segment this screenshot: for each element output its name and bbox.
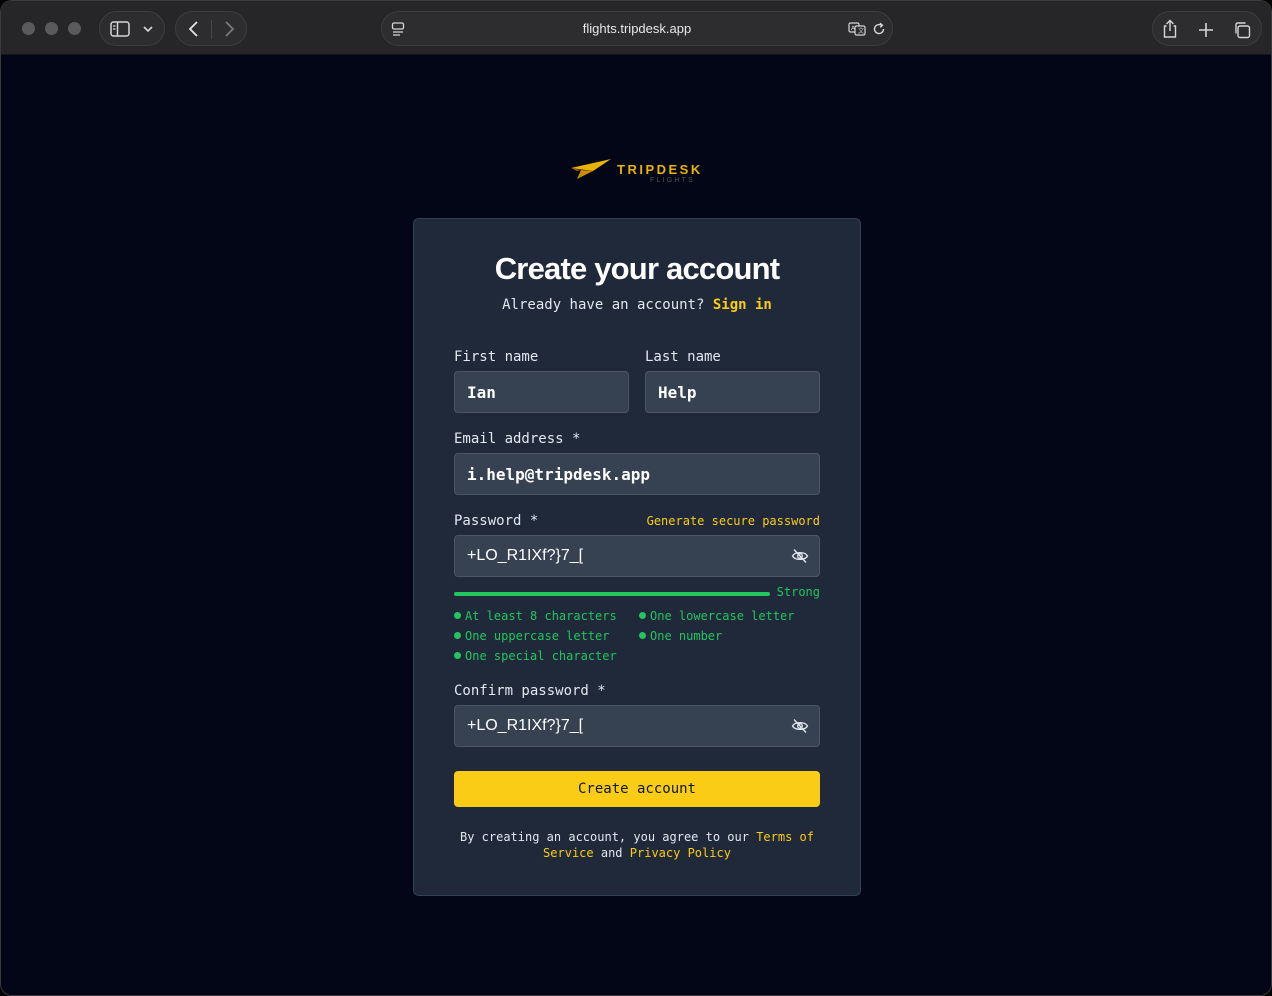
last-name-label: Last name [645,349,721,365]
nav-group [175,11,247,46]
plane-logo-icon [571,159,611,179]
signup-card: Create your account Already have an acco… [413,218,861,896]
create-account-button[interactable]: Create account [454,771,820,807]
password-strength-bar [454,592,770,596]
password-label: Password * [454,513,539,529]
check-dot-icon [454,652,461,659]
sign-in-link[interactable]: Sign in [713,297,772,313]
confirm-password-label: Confirm password * [454,683,606,699]
legal-prefix: By creating an account, you agree to our [459,830,749,844]
chevron-down-icon[interactable] [142,25,154,34]
first-name-label: First name [454,349,539,365]
sidebar-icon[interactable] [110,21,130,37]
browser-toolbar: flights.tripdesk.app A 文 [1,1,1271,55]
check-dot-icon [639,612,646,619]
last-name-input[interactable] [645,371,820,413]
translate-icon[interactable]: A 文 [848,22,866,36]
logo-wordmark: TRIPDESK [617,162,703,177]
share-icon[interactable] [1161,19,1179,39]
requirement-min-length: At least 8 characters [454,609,617,623]
new-tab-icon[interactable] [1198,22,1214,38]
reload-icon[interactable] [872,22,886,36]
email-label: Email address * [454,431,581,447]
check-dot-icon [454,612,461,619]
sidebar-toggle-group [99,11,165,46]
email-input[interactable] [454,453,820,495]
requirement-uppercase: One uppercase letter [454,629,610,643]
generate-password-link[interactable]: Generate secure password [647,514,820,528]
actions-group [1152,11,1262,46]
hide-password-icon[interactable] [791,547,809,565]
requirement-number: One number [639,629,722,643]
legal-notice: By creating an account, you agree to our… [454,829,820,861]
hide-confirm-password-icon[interactable] [791,717,809,735]
tripdesk-logo[interactable]: TRIPDESK FLIGHTS [569,158,709,188]
password-input[interactable] [454,535,820,577]
back-arrow-icon[interactable] [186,20,202,38]
page-title: Create your account [494,251,780,286]
confirm-password-input[interactable] [454,705,820,747]
requirement-lowercase: One lowercase letter [639,609,795,623]
svg-text:文: 文 [858,27,864,35]
first-name-input[interactable] [454,371,629,413]
legal-and: and [600,846,623,860]
browser-window: flights.tripdesk.app A 文 TRIPDESK FLIGHT… [0,0,1272,996]
page-content: TRIPDESK FLIGHTS Create your account Alr… [1,55,1271,995]
check-dot-icon [454,632,461,639]
sign-in-prompt: Already have an account? Sign in [414,297,860,313]
password-strength-label: Strong [776,585,820,599]
privacy-link[interactable]: Privacy Policy [630,846,731,860]
forward-arrow-icon[interactable] [221,20,237,38]
url-text[interactable]: flights.tripdesk.app [382,21,892,36]
have-account-text: Already have an account? [502,297,705,313]
zoom-window-button[interactable] [68,22,81,35]
address-bar[interactable]: flights.tripdesk.app A 文 [381,11,893,46]
requirement-special-char: One special character [454,649,617,663]
check-dot-icon [639,632,646,639]
minimize-window-button[interactable] [45,22,58,35]
tab-overview-icon[interactable] [1233,21,1251,39]
logo-subtitle: FLIGHTS [650,177,695,184]
close-window-button[interactable] [22,22,35,35]
